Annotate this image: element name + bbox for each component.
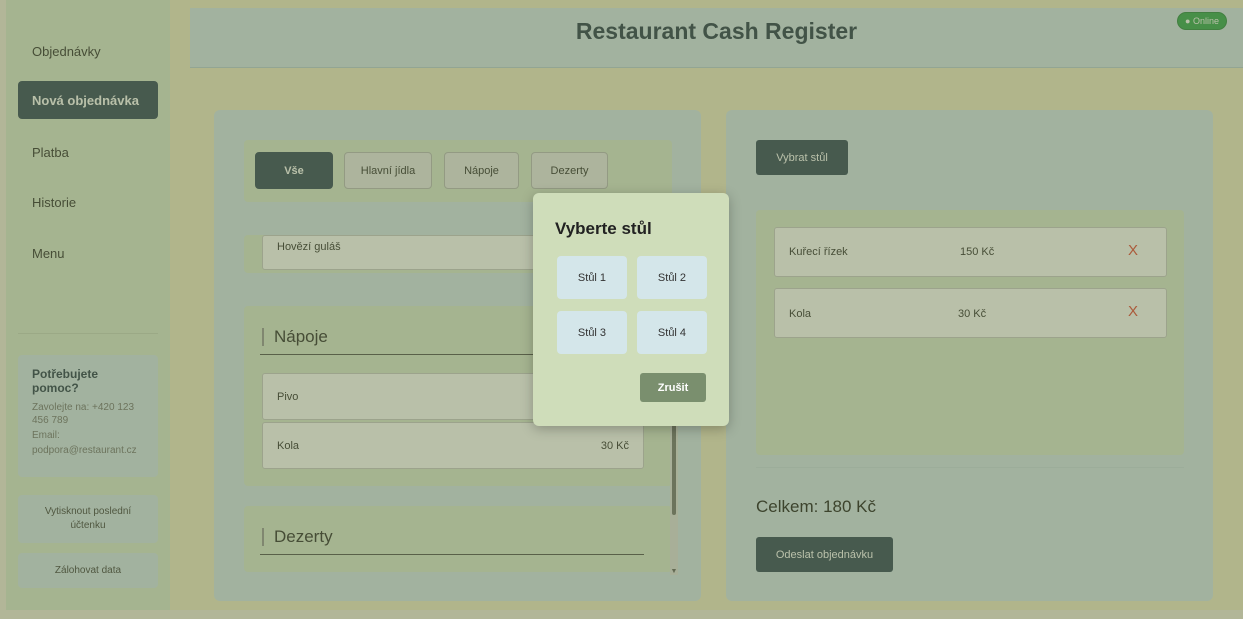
- table-3-button[interactable]: Stůl 3: [557, 311, 627, 354]
- table-select-modal: Vyberte stůl Stůl 1 Stůl 2 Stůl 3 Stůl 4…: [533, 193, 729, 426]
- modal-title: Vyberte stůl: [555, 219, 652, 238]
- table-2-button[interactable]: Stůl 2: [637, 256, 707, 299]
- table-4-button[interactable]: Stůl 4: [637, 311, 707, 354]
- cancel-button[interactable]: Zrušit: [640, 373, 706, 402]
- table-1-button[interactable]: Stůl 1: [557, 256, 627, 299]
